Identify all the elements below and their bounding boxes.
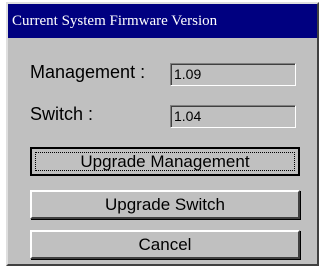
upgrade-switch-label: Upgrade Switch (104, 195, 225, 214)
dialog-title: Current System Firmware Version (12, 13, 218, 29)
management-version-label: Management : (30, 62, 146, 82)
upgrade-switch-button[interactable]: Upgrade Switch (30, 190, 300, 219)
switch-version-field: 1.04 (170, 105, 296, 128)
upgrade-management-label: Upgrade Management (80, 152, 250, 171)
upgrade-management-button[interactable]: Upgrade Management (30, 147, 300, 176)
cancel-button[interactable]: Cancel (30, 230, 300, 259)
management-version-field: 1.09 (170, 63, 296, 86)
switch-version-label: Switch : (30, 104, 94, 124)
firmware-version-dialog: Current System Firmware Version Manageme… (6, 2, 319, 266)
dialog-title-bar[interactable]: Current System Firmware Version (8, 4, 317, 38)
cancel-label: Cancel (138, 235, 192, 254)
